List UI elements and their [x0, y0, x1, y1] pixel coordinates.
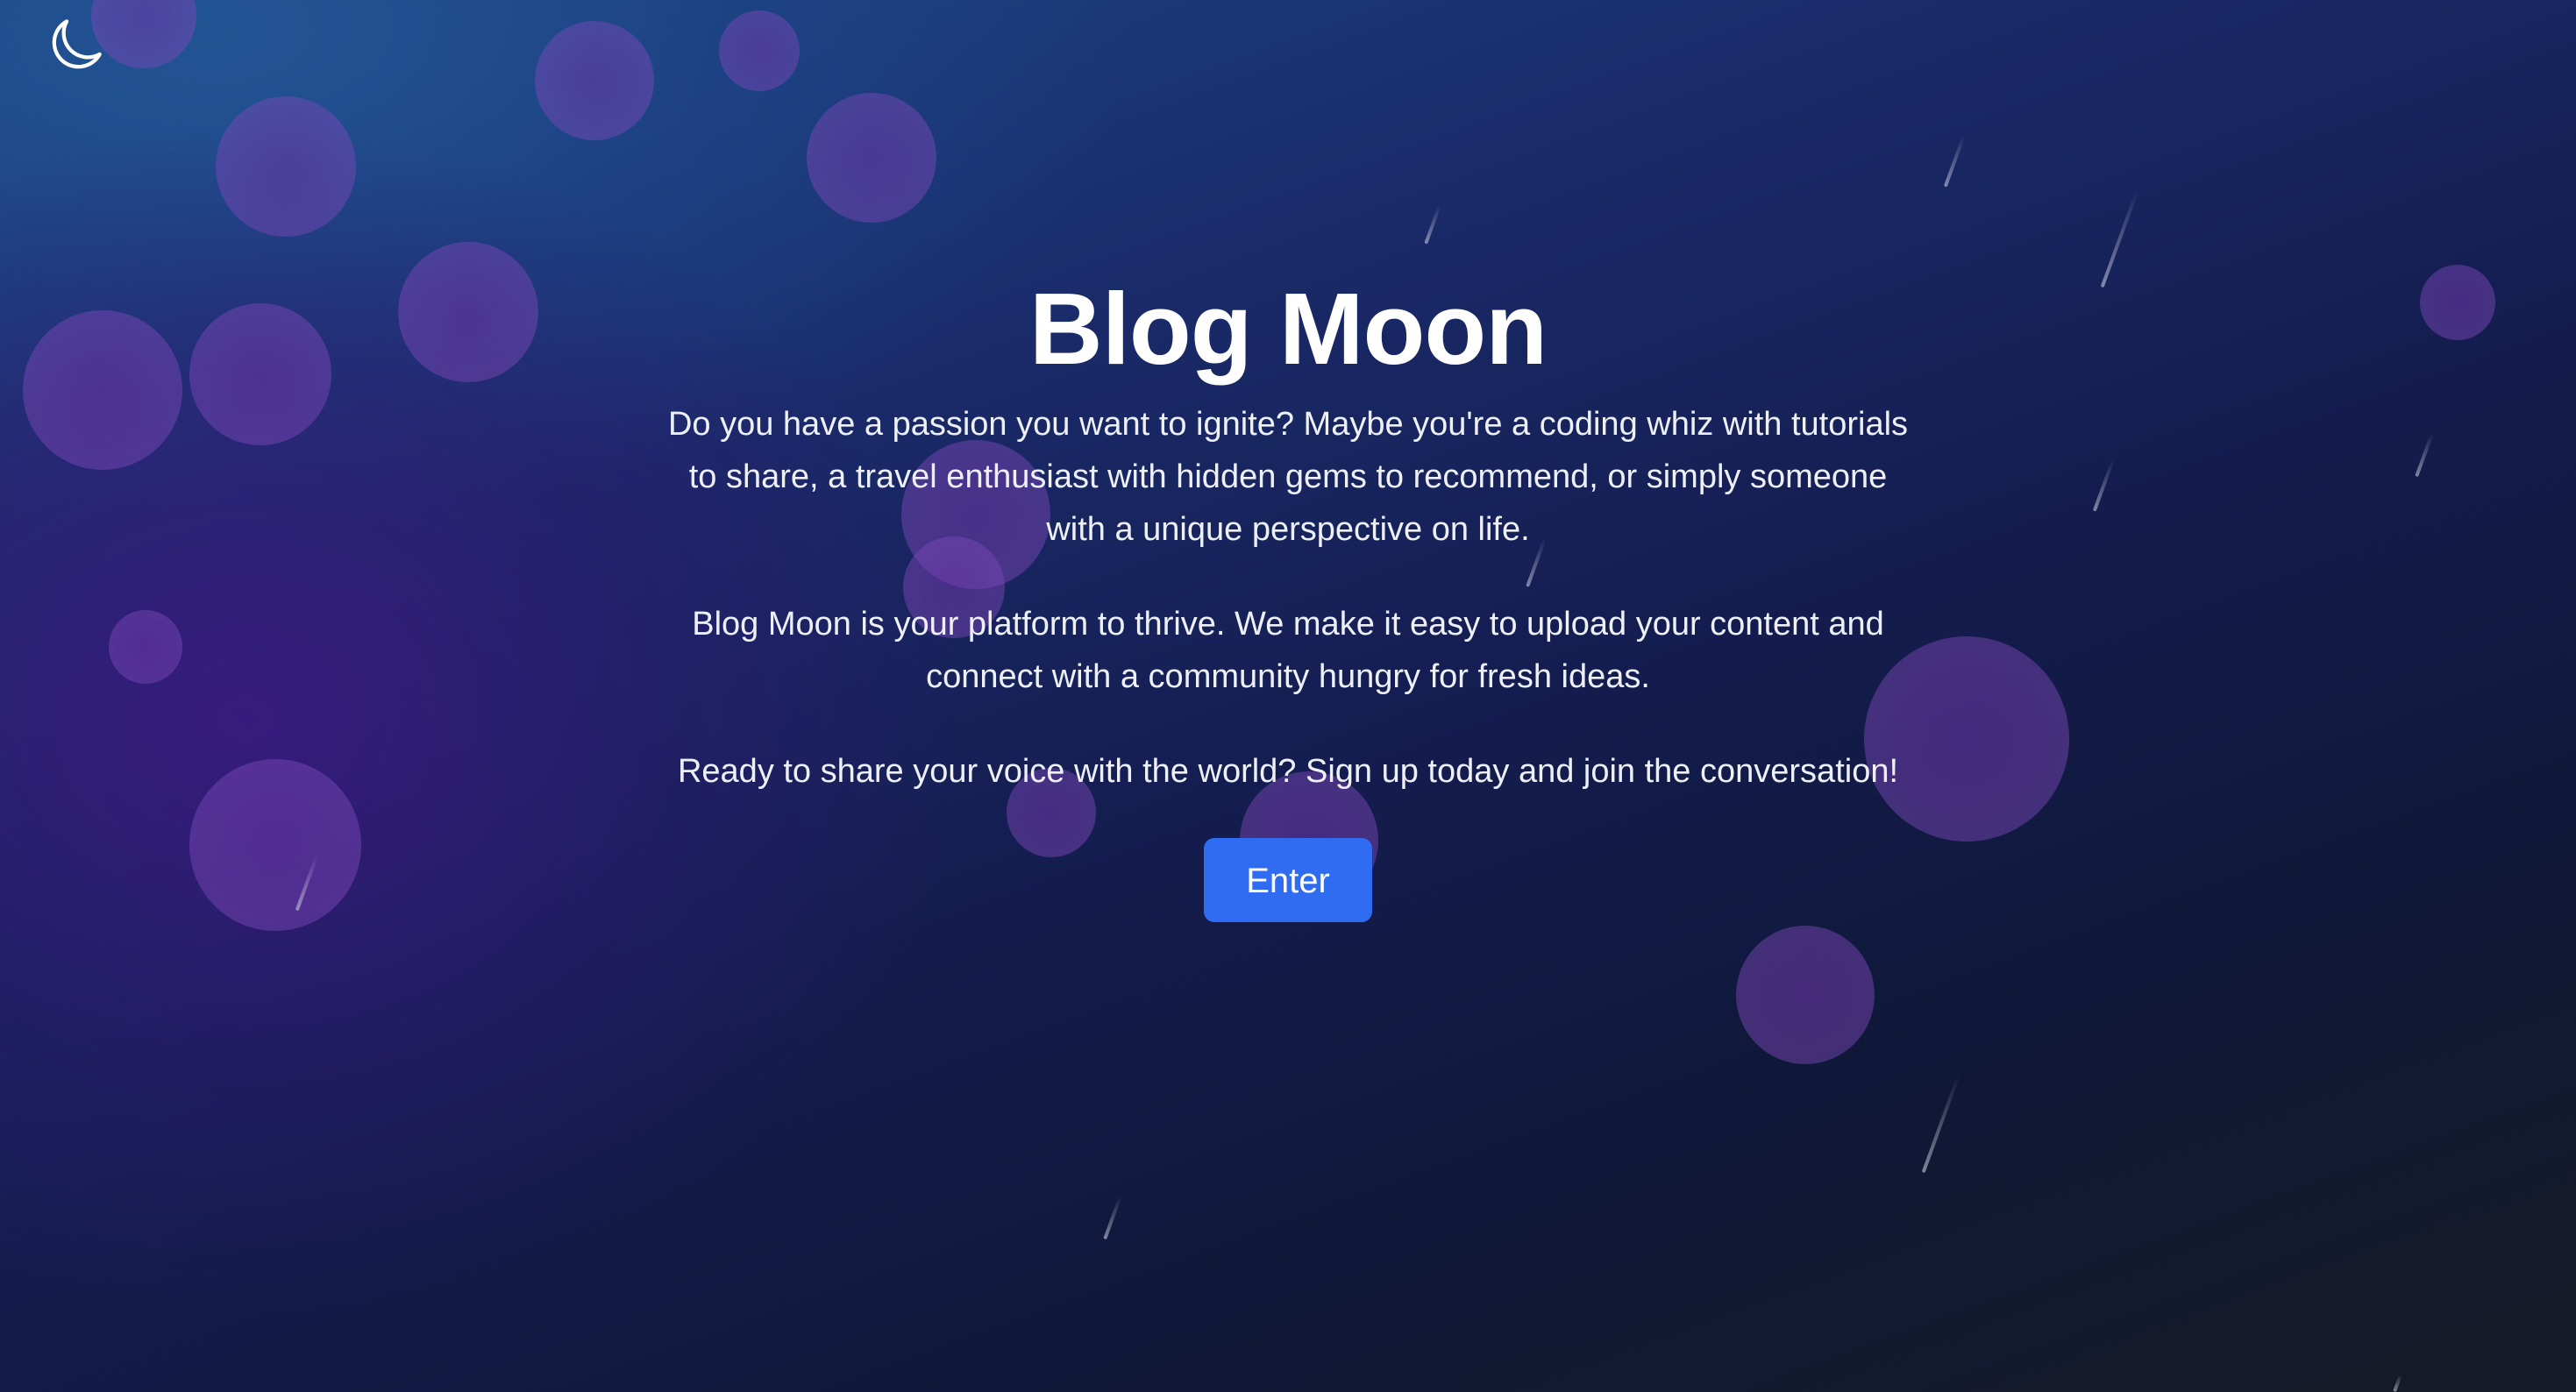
theme-toggle-button[interactable] [46, 16, 105, 75]
hero-section: Blog Moon Do you have a passion you want… [0, 263, 2576, 922]
bubble [91, 0, 196, 68]
streak [1921, 1075, 1960, 1174]
intro-paragraph: Do you have a passion you want to ignite… [667, 406, 1909, 548]
bubble [719, 11, 800, 91]
streak [1103, 1196, 1122, 1240]
streak [1943, 135, 1966, 188]
bubble [807, 93, 936, 223]
bubble [216, 96, 356, 237]
streak [2393, 1374, 2402, 1392]
enter-button[interactable]: Enter [1204, 838, 1372, 922]
page-title: Blog Moon [1028, 272, 1548, 386]
platform-paragraph: Blog Moon is your platform to thrive. We… [692, 606, 1884, 695]
call-to-action-text: Ready to share your voice with the world… [677, 753, 1899, 790]
moon-icon [52, 19, 102, 69]
streak [1424, 205, 1441, 245]
bubble [535, 21, 654, 140]
bubble [1736, 926, 1875, 1064]
